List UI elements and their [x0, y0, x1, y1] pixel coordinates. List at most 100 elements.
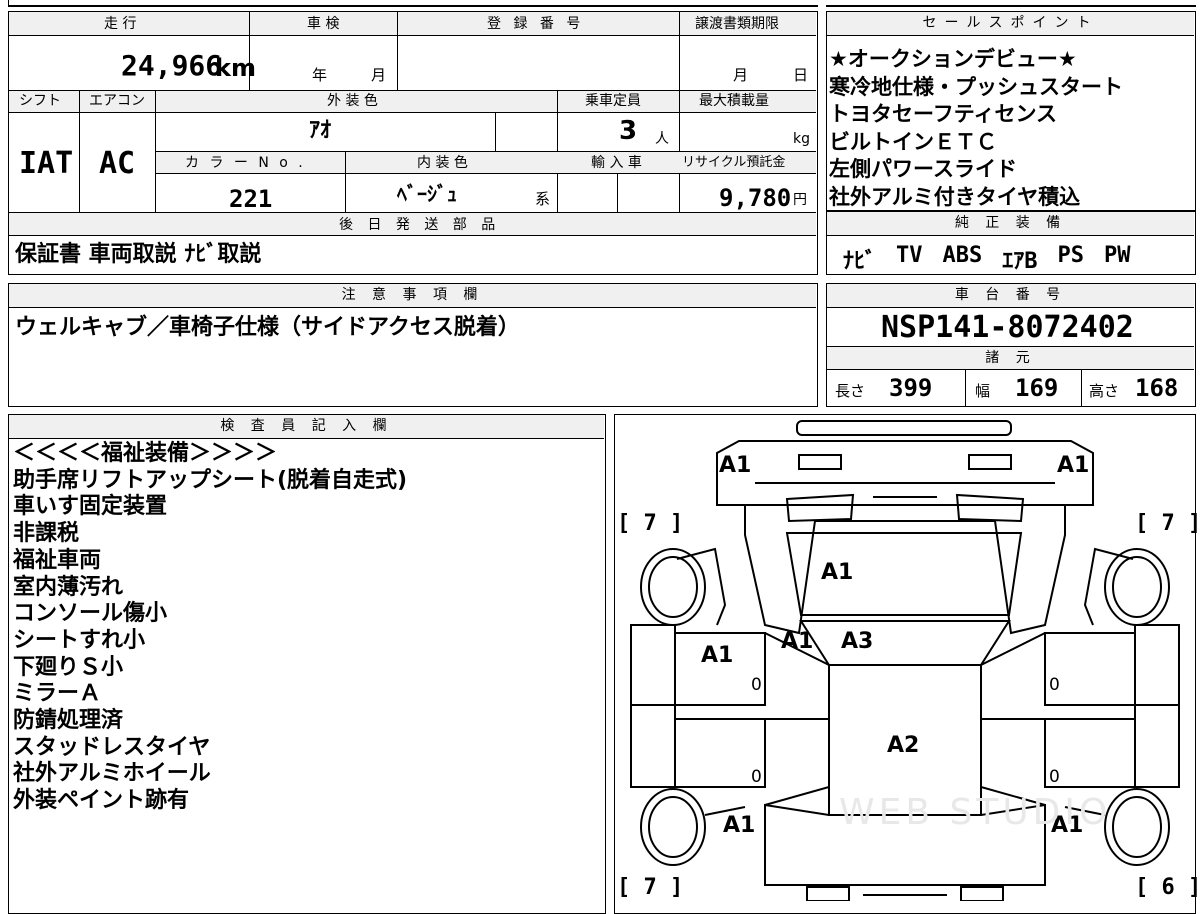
mileage-unit: km	[215, 54, 256, 82]
inspector-note: コンソール傷小	[13, 601, 168, 627]
right-rear-panel-shape	[1134, 705, 1180, 788]
door-zero-marker: 0	[1049, 675, 1060, 695]
sales-points-list: ★オークションデビュー★ 寒冷地仕様・プッシュスタート トヨタセーフティセンス …	[829, 46, 1123, 212]
chassis-block: 車 台 番 号 NSP141-8072402 諸 元 長さ 399 幅 169 …	[826, 283, 1196, 407]
door-zero-marker: 0	[751, 767, 762, 787]
rear-light-left-shape	[806, 886, 850, 901]
damage-diagram-block: A1 A1 A1 A1 A3 A1 A2 A1 A1 [ 7 ] [ 7 ] […	[614, 414, 1200, 914]
inspector-notes-list: ＜＜＜＜福祉装備＞＞＞＞ 助手席リフトアップシート(脱着自走式) 車いす固定装置…	[13, 441, 407, 815]
equipment-item: TV	[896, 243, 923, 268]
inspection-label: 車 検	[307, 16, 340, 32]
max-load-unit: kg	[793, 131, 810, 147]
inspector-header: 検 査 員 記 入 欄	[9, 415, 604, 439]
import-label: 輸 入 車	[591, 155, 642, 171]
inspector-note: 外装ペイント跡有	[13, 788, 190, 814]
recycle-unit: 円	[793, 192, 807, 208]
caution-text: ウェルキャブ／車椅子仕様（サイドアクセス脱着）	[15, 315, 520, 340]
front-left-wheel-inner-shape	[648, 556, 698, 618]
front-right-wheel-inner-shape	[1112, 556, 1162, 618]
top-cutoff-border	[8, 5, 818, 7]
color-no-value: 221	[229, 185, 273, 213]
exterior-color-value: ｱｵ	[309, 118, 332, 143]
inspection-month-unit: 月	[371, 66, 387, 84]
inspector-note: 福祉車両	[13, 547, 102, 573]
headlamp-left-shape	[785, 493, 855, 523]
rear-right-wheel-shape	[1104, 788, 1170, 866]
length-value: 399	[889, 374, 933, 402]
tread-front-left: [ 7 ]	[617, 511, 684, 536]
front-light-left-shape	[798, 454, 842, 470]
interior-color-label: 内 装 色	[417, 155, 468, 171]
sales-point-item: 寒冷地仕様・プッシュスタート	[829, 74, 1123, 99]
inspector-note: 社外アルミホイール	[13, 761, 211, 787]
caution-header: 注 意 事 項 欄	[9, 284, 816, 308]
front-light-right-shape	[968, 454, 1012, 470]
divider	[495, 113, 496, 151]
sales-point-item: ★オークションデビュー★	[829, 47, 1077, 71]
divider	[617, 174, 618, 213]
rear-left-wheel-shape	[640, 788, 706, 866]
genuine-equipment-list: ﾅﾋﾞ TV ABS ｴｱB PS PW	[843, 243, 1131, 275]
inspector-note: スタッドレスタイヤ	[13, 734, 211, 760]
top-cutoff-border-right	[826, 5, 1196, 7]
height-label: 高さ	[1089, 382, 1120, 400]
inspector-block: 検 査 員 記 入 欄 ＜＜＜＜福祉装備＞＞＞＞ 助手席リフトアップシート(脱着…	[8, 414, 606, 914]
max-load-label: 最大積載量	[699, 93, 769, 109]
chassis-number: NSP141-8072402	[881, 310, 1134, 345]
mark-front-left: A1	[719, 453, 752, 478]
divider	[965, 370, 966, 406]
shift-label: シフト	[19, 93, 61, 109]
sales-point-item: 社外アルミ付きタイヤ積込	[829, 184, 1081, 209]
inspector-note: 室内薄汚れ	[13, 574, 124, 600]
right-front-door-outer-shape	[1134, 624, 1180, 706]
capacity-unit: 人	[655, 131, 669, 147]
headlamp-right-shape	[955, 493, 1025, 523]
divider	[345, 152, 346, 213]
aircon-value: AC	[99, 146, 136, 181]
rear-left-wheel-inner-shape	[648, 796, 698, 858]
chassis-header: 車 台 番 号	[827, 284, 1194, 308]
mileage-value: 24,966	[121, 49, 223, 82]
inspector-note: ミラーＡ	[13, 681, 102, 707]
equipment-item: PW	[1104, 243, 1131, 268]
capacity-value: 3	[619, 116, 638, 146]
equipment-item: PS	[1057, 243, 1085, 268]
mark-windshield: A3	[841, 629, 874, 654]
later-parts-label: 後 日 発 送 部 品	[339, 217, 501, 233]
capacity-label: 乗車定員	[585, 93, 641, 109]
sales-point-item: トヨタセーフティセンス	[829, 102, 1058, 127]
height-value: 168	[1135, 374, 1179, 402]
left-rear-panel-shape	[630, 705, 676, 788]
interior-color-value: ﾍﾞｰｼﾞｭ	[397, 182, 457, 206]
transfer-deadline-label: 譲渡書類期限	[695, 16, 779, 32]
equipment-item: ﾅﾋﾞ	[843, 249, 877, 274]
caution-block: 注 意 事 項 欄 ウェルキャブ／車椅子仕様（サイドアクセス脱着）	[8, 283, 818, 407]
inspector-note: 下廻りＳ小	[13, 654, 124, 680]
divider	[397, 12, 398, 90]
inspector-note: 非課税	[13, 521, 80, 547]
front-bumper-shape	[796, 420, 1012, 436]
divider	[679, 12, 680, 90]
divider	[79, 91, 80, 213]
color-no-label: カ ラ ー N o .	[185, 155, 306, 171]
mileage-label: 走 行	[104, 16, 137, 32]
inspector-note: 助手席リフトアップシート(脱着自走式)	[13, 467, 408, 493]
aircon-label: エアコン	[89, 93, 145, 109]
specs-header: 諸 元	[827, 347, 1194, 370]
inspector-note: 車いす固定装置	[13, 494, 168, 520]
tread-rear-left: [ 7 ]	[617, 875, 684, 900]
sales-point-item: ビルトインＥＴＣ	[829, 129, 997, 154]
front-body-shape	[716, 440, 1094, 506]
length-label: 長さ	[835, 382, 866, 400]
genuine-equipment-block: 純 正 装 備 ﾅﾋﾞ TV ABS ｴｱB PS PW	[826, 211, 1196, 275]
door-zero-marker: 0	[1049, 767, 1060, 787]
mark-hood: A1	[821, 560, 854, 585]
watermark: WEB STUDIO	[839, 792, 1112, 833]
equipment-item: ABS	[942, 243, 983, 268]
shift-value: IAT	[19, 146, 74, 181]
mark-windshield-left: A1	[781, 629, 814, 654]
inspection-year-unit: 年	[312, 66, 328, 84]
divider	[1081, 370, 1082, 406]
inspector-note: 防錆処理済	[13, 708, 124, 734]
door-zero-marker: 0	[751, 675, 762, 695]
